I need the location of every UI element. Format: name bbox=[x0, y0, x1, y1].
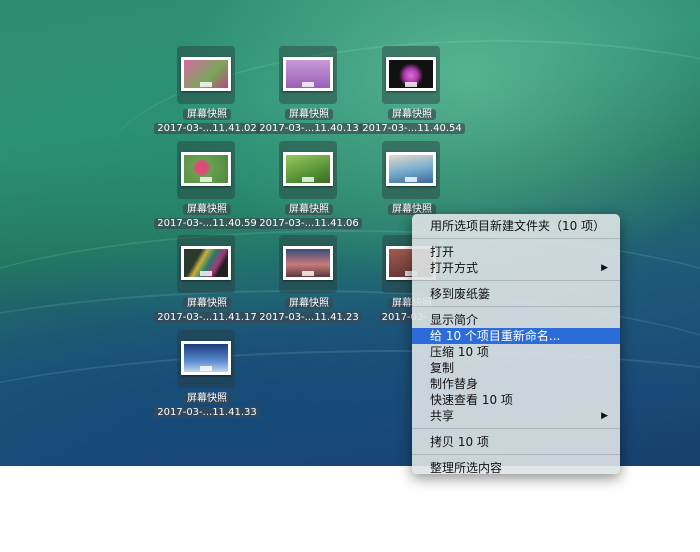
menu-item-move-to-trash[interactable]: 移到废纸篓 bbox=[412, 286, 620, 302]
file-name-label: 屏幕快照 bbox=[183, 298, 231, 309]
menu-item-duplicate[interactable]: 复制 bbox=[412, 360, 620, 376]
menu-item-compress[interactable]: 压缩 10 项 bbox=[412, 344, 620, 360]
menu-item-new-folder-with-selection[interactable]: 用所选项目新建文件夹（10 项） bbox=[412, 218, 620, 234]
file-name-label: 屏幕快照 bbox=[183, 109, 231, 120]
file-thumbnail bbox=[279, 46, 337, 104]
file-thumbnail bbox=[279, 235, 337, 293]
menu-separator bbox=[412, 428, 620, 429]
file-date-label: 2017-03-...11.41.33 bbox=[154, 407, 260, 418]
file-name-label: 屏幕快照 bbox=[183, 393, 231, 404]
file-name-label: 屏幕快照 bbox=[285, 109, 333, 120]
menu-item-get-info[interactable]: 显示简介 bbox=[412, 312, 620, 328]
file-thumbnail bbox=[177, 46, 235, 104]
menu-item-copy[interactable]: 拷贝 10 项 bbox=[412, 434, 620, 450]
screenshot-file-icon[interactable]: 屏幕快照 2017-03-...11.41.06 bbox=[256, 141, 362, 231]
file-date-label: 2017-03-...11.41.06 bbox=[256, 218, 362, 229]
menu-item-share[interactable]: 共享 ▶ bbox=[412, 408, 620, 424]
file-thumbnail bbox=[382, 46, 440, 104]
file-thumbnail bbox=[177, 330, 235, 388]
screenshot-file-icon[interactable]: 屏幕快照 2017-03-...11.41.33 bbox=[154, 330, 260, 420]
file-name-label: 屏幕快照 bbox=[285, 298, 333, 309]
menu-item-quick-look[interactable]: 快速查看 10 项 bbox=[412, 392, 620, 408]
screenshot-file-icon[interactable]: 屏幕快照 2017-03-...11.40.59 bbox=[154, 141, 260, 231]
menu-separator bbox=[412, 238, 620, 239]
file-name-label: 屏幕快照 bbox=[183, 204, 231, 215]
menu-item-open-with[interactable]: 打开方式 ▶ bbox=[412, 260, 620, 276]
context-menu: 用所选项目新建文件夹（10 项） 打开 打开方式 ▶ 移到废纸篓 显示简介 给 … bbox=[412, 214, 620, 476]
file-name-label: 屏幕快照 bbox=[388, 109, 436, 120]
menu-item-make-alias[interactable]: 制作替身 bbox=[412, 376, 620, 392]
menu-item-label: 共享 bbox=[430, 409, 455, 423]
screenshot-file-icon[interactable]: 屏幕快照 2017-03-...11.41.02 bbox=[154, 46, 260, 136]
file-date-label: 2017-03-...11.40.54 bbox=[359, 123, 465, 134]
file-thumbnail bbox=[177, 141, 235, 199]
submenu-arrow-icon: ▶ bbox=[601, 411, 608, 421]
menu-item-label: 打开方式 bbox=[430, 261, 479, 275]
file-thumbnail bbox=[279, 141, 337, 199]
screenshot-file-icon[interactable]: 屏幕快照 2017-03-...11.41.17 bbox=[154, 235, 260, 325]
menu-item-rename[interactable]: 给 10 个项目重新命名... bbox=[412, 328, 620, 344]
menu-separator bbox=[412, 280, 620, 281]
file-date-label: 2017-03-...11.40.13 bbox=[256, 123, 362, 134]
file-thumbnail bbox=[177, 235, 235, 293]
menu-separator bbox=[412, 306, 620, 307]
menu-item-open[interactable]: 打开 bbox=[412, 244, 620, 260]
screenshot-file-icon[interactable]: 屏幕快照 2017-03-...11.40.13 bbox=[256, 46, 362, 136]
file-thumbnail bbox=[382, 141, 440, 199]
menu-separator bbox=[412, 454, 620, 455]
submenu-arrow-icon: ▶ bbox=[601, 263, 608, 273]
file-name-label: 屏幕快照 bbox=[285, 204, 333, 215]
screenshot-file-icon[interactable]: 屏幕快照 2017-03-...11.40.54 bbox=[359, 46, 465, 136]
menu-item-organize-selection[interactable]: 整理所选内容 bbox=[412, 460, 620, 476]
